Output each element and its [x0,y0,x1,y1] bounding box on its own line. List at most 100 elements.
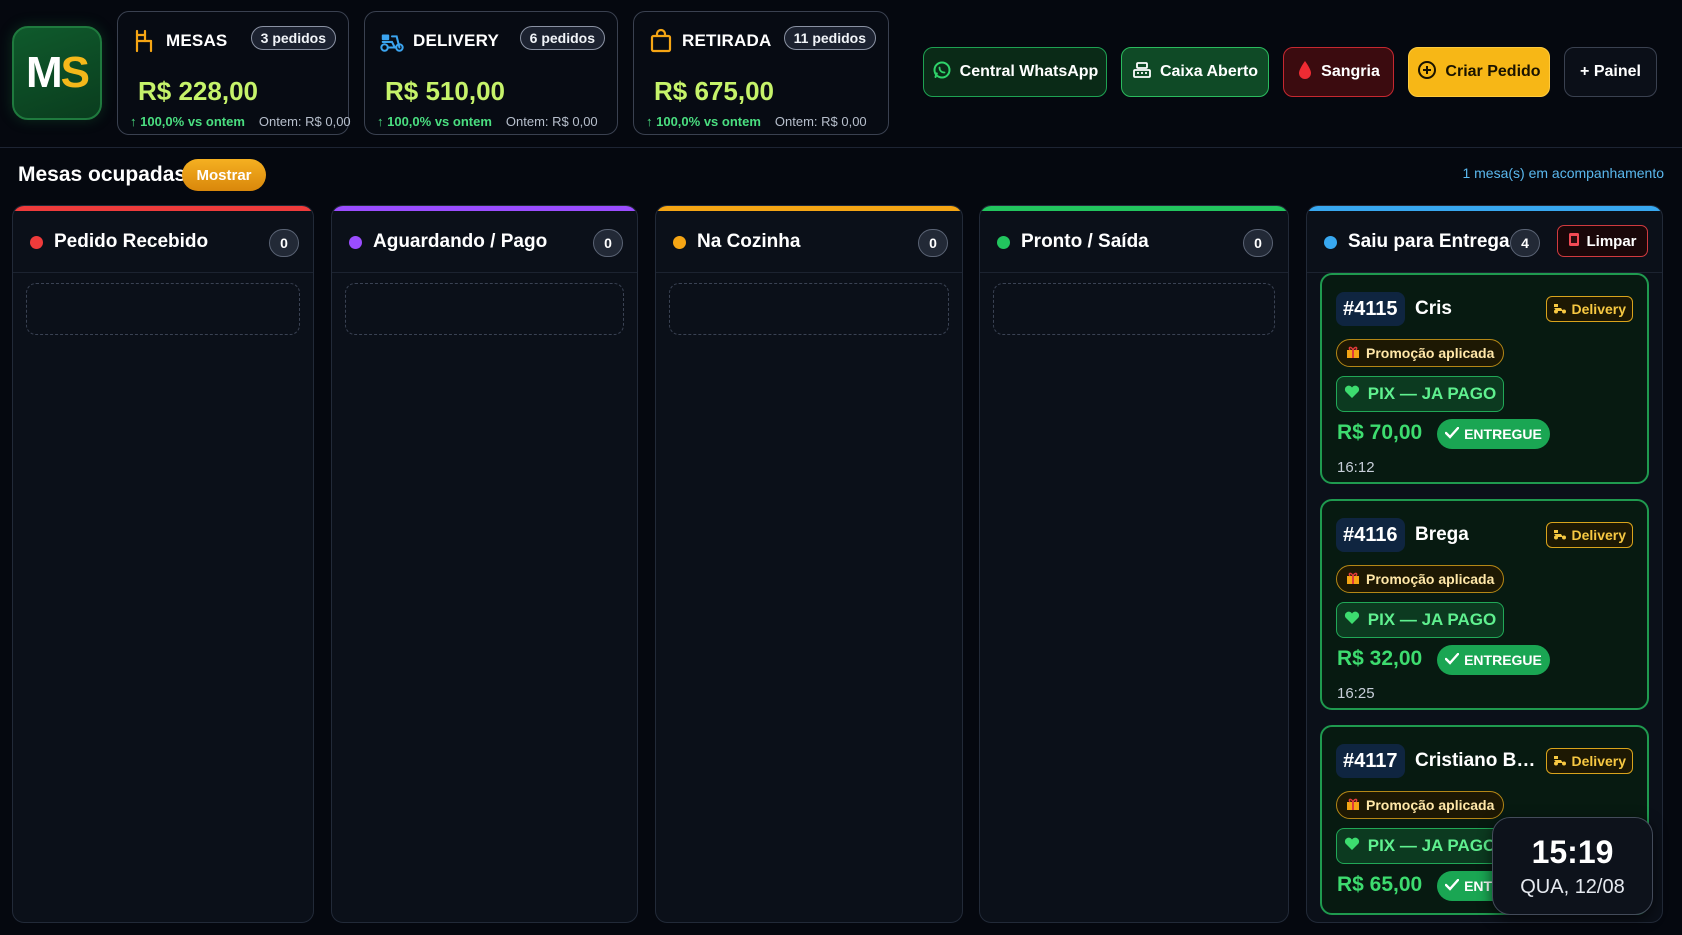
limpar-button[interactable]: Limpar [1557,225,1648,257]
drop-zone[interactable] [345,283,624,335]
gift-icon [1346,571,1360,588]
whatsapp-icon [932,60,952,85]
stat-value: R$ 675,00 [654,76,774,106]
check-icon [1444,878,1460,894]
status-label: ENTREGUE [1464,426,1542,442]
scooter-icon [1553,527,1567,543]
stat-trend: ↑ 100,0% vs ontem [377,114,492,129]
stat-card-mesas[interactable]: MESAS 3 pedidos R$ 228,00 ↑ 100,0% vs on… [117,11,351,135]
drop-zone[interactable] [993,283,1275,335]
stat-value: R$ 510,00 [385,76,505,106]
orders-count-badge: 6 pedidos [519,26,605,50]
column-header: Aguardando / Pago 0 [332,211,637,273]
stat-yesterday: Ontem: R$ 0,00 [258,114,351,129]
painel-button[interactable]: + Painel [1564,47,1657,97]
button-label: Caixa Aberto [1159,63,1259,80]
promo-label: Promoção aplicada [1366,797,1495,813]
caixa-aberto-button[interactable]: Caixa Aberto [1121,47,1269,97]
payment-status: PIX — JA PAGO [1336,828,1504,864]
order-card[interactable]: #4116 Brega Delivery Promoção aplicada P… [1320,499,1649,710]
stat-value: R$ 228,00 [138,76,258,106]
heart-icon [1344,384,1360,404]
column-count-badge: 0 [918,229,948,257]
blood-drop-icon [1297,60,1313,85]
button-label: Limpar [1586,232,1637,250]
top-header: MS MESAS 3 pedidos R$ 228,00 ↑ 100,0% vs… [0,0,1682,148]
button-label: Central WhatsApp [959,63,1099,80]
logo-letter-m: M [25,48,63,97]
customer-name: Brega [1415,524,1469,545]
check-icon [1444,426,1460,442]
column-count-badge: 0 [269,229,299,257]
section-title: Mesas ocupadas [18,163,187,186]
logo-letter-s: S [60,48,90,97]
order-price: R$ 65,00 [1337,873,1423,896]
promo-badge: Promoção aplicada [1336,791,1505,819]
payment-label: PIX — JA PAGO [1367,836,1497,855]
stat-trend: ↑ 100,0% vs ontem [130,114,245,129]
heart-icon [1344,836,1360,856]
sangria-button[interactable]: Sangria [1283,47,1394,97]
trash-icon [1568,231,1580,251]
kanban-column-na-cozinha: Na Cozinha 0 [655,205,963,923]
order-card[interactable]: #4115 Cris Delivery Promoção aplicada PI… [1320,273,1649,484]
column-count-badge: 4 [1510,229,1540,257]
scooter-icon [1553,301,1567,317]
tag-label: Delivery [1571,301,1626,317]
column-title: Aguardando / Pago [373,231,548,252]
gift-icon [1346,797,1360,814]
promo-badge: Promoção aplicada [1336,565,1505,593]
orders-count-badge: 3 pedidos [250,26,336,50]
drop-zone[interactable] [26,283,300,335]
clock-date: QUA, 12/08 [1520,876,1625,898]
column-header: Saiu para Entrega 4 Limpar [1307,211,1662,273]
clock-time: 15:19 [1531,834,1614,870]
stat-card-retirada[interactable]: RETIRADA 11 pedidos R$ 675,00 ↑ 100,0% v… [633,11,889,135]
kanban-column-saiu-para-entrega: Saiu para Entrega 4 Limpar #4115 Cris De… [1306,205,1663,923]
status-dot-icon [673,236,686,249]
order-price: R$ 70,00 [1337,421,1423,444]
drop-zone[interactable] [669,283,949,335]
stat-trend: ↑ 100,0% vs ontem [646,114,761,129]
payment-status: PIX — JA PAGO [1336,602,1504,638]
kanban-column-aguardando-pago: Aguardando / Pago 0 [331,205,638,923]
scooter-icon [1553,753,1567,769]
customer-name: Cristiano Ba... [1415,750,1541,771]
brand-logo[interactable]: MS [12,26,102,120]
mostrar-toggle-button[interactable]: Mostrar [182,159,266,191]
tag-label: Delivery [1571,527,1626,543]
column-header: Pronto / Saída 0 [980,211,1288,273]
criar-pedido-button[interactable]: Criar Pedido [1408,47,1550,97]
clock-widget: 15:19 QUA, 12/08 [1492,817,1653,915]
stat-title: DELIVERY [413,31,499,50]
check-icon [1444,652,1460,668]
column-count-badge: 0 [593,229,623,257]
status-dot-icon [997,236,1010,249]
delivered-status-badge: ENTREGUE [1437,419,1550,449]
gift-icon [1346,345,1360,362]
button-label: Criar Pedido [1445,63,1541,80]
bag-icon [648,28,674,54]
order-time: 16:12 [1337,459,1375,476]
order-id: #4115 [1336,292,1405,326]
order-time: 16:25 [1337,685,1375,702]
delivery-tag: Delivery [1545,748,1633,774]
plus-circle-icon [1417,60,1437,85]
kanban-column-pedido-recebido: Pedido Recebido 0 [12,205,314,923]
payment-label: PIX — JA PAGO [1367,384,1497,403]
delivered-status-badge: ENTREGUE [1437,645,1550,675]
stat-card-delivery[interactable]: DELIVERY 6 pedidos R$ 510,00 ↑ 100,0% vs… [364,11,618,135]
central-whatsapp-button[interactable]: Central WhatsApp [923,47,1107,97]
order-id: #4116 [1336,518,1405,552]
order-id: #4117 [1336,744,1405,778]
stat-title: RETIRADA [682,31,772,50]
order-price: R$ 32,00 [1337,647,1423,670]
delivery-tag: Delivery [1545,522,1633,548]
stat-yesterday: Ontem: R$ 0,00 [505,114,598,129]
tag-label: Delivery [1571,753,1626,769]
orders-count-badge: 11 pedidos [783,26,876,50]
promo-badge: Promoção aplicada [1336,339,1505,367]
payment-label: PIX — JA PAGO [1367,610,1497,629]
stat-title: MESAS [166,31,228,50]
chair-icon [132,28,158,54]
